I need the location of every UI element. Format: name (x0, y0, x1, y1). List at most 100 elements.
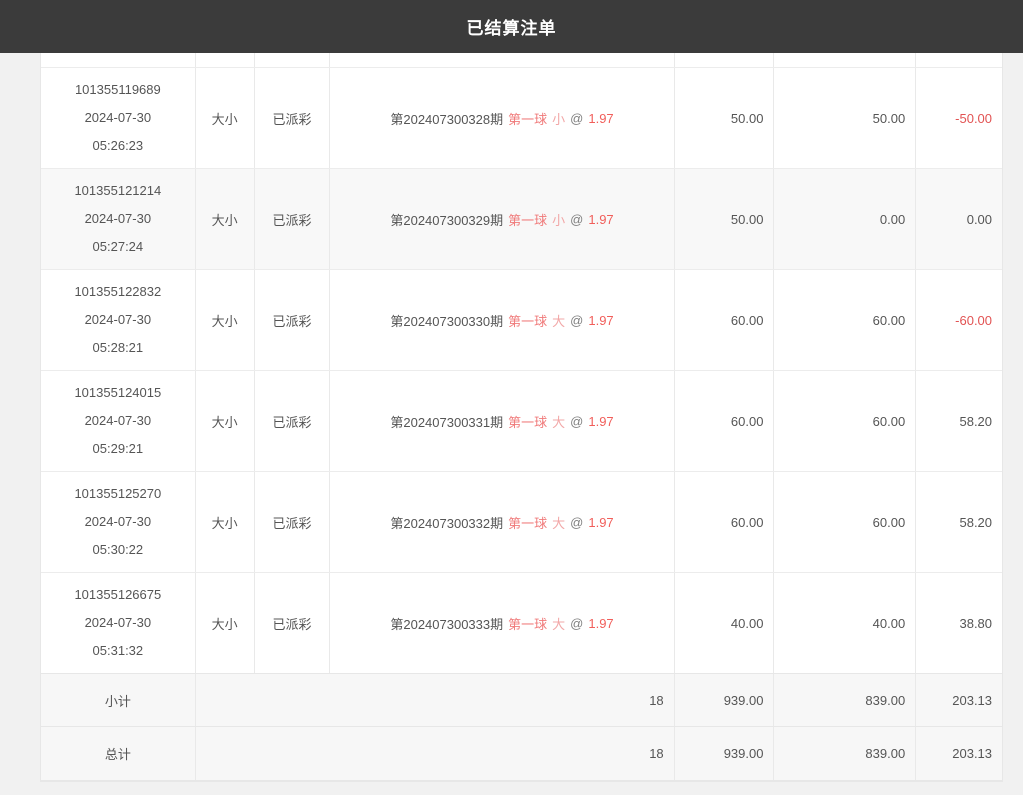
bet-option: 小 (552, 109, 565, 128)
status: 已派彩 (255, 169, 331, 269)
period: 第202407300331期 (390, 412, 503, 431)
win-loss: -50.00 (916, 68, 1002, 168)
status: 已派彩 (255, 573, 331, 673)
order-id-cell: 101355122832 2024-07-30 05:28:21 (41, 270, 196, 370)
bet-target: 第一球 (508, 109, 547, 128)
title-bar: 已结算注单 (0, 0, 1023, 53)
valid-amount: 60.00 (774, 371, 916, 471)
play-type: 大小 (196, 68, 255, 168)
win-loss: 0.00 (916, 169, 1002, 269)
settled-bets-table: 101355119689 2024-07-30 05:26:23 大小 已派彩 … (40, 53, 1003, 782)
subtotal-row: 小计 18 939.00 839.00 203.13 (41, 673, 1002, 727)
status: 已派彩 (255, 472, 331, 572)
order-id-cell: 101355121214 2024-07-30 05:27:24 (41, 169, 196, 269)
bet-amount: 60.00 (675, 472, 775, 572)
at-sign: @ (570, 111, 583, 126)
table-row: 101355122832 2024-07-30 05:28:21 大小 已派彩 … (41, 270, 1002, 371)
bet-option: 大 (552, 513, 565, 532)
play-type: 大小 (196, 270, 255, 370)
play-type: 大小 (196, 573, 255, 673)
bet-option: 大 (552, 614, 565, 633)
bet-target: 第一球 (508, 412, 547, 431)
period: 第202407300330期 (390, 311, 503, 330)
table-row: 101355121214 2024-07-30 05:27:24 大小 已派彩 … (41, 169, 1002, 270)
bet-target: 第一球 (508, 513, 547, 532)
odds: 1.97 (588, 212, 613, 227)
bet-detail: 第202407300328期 第一球 小 @ 1.97 (330, 68, 674, 168)
order-date: 2024-07-30 (85, 508, 152, 536)
subtotal-label: 小计 (41, 674, 196, 726)
odds: 1.97 (588, 313, 613, 328)
bet-target: 第一球 (508, 311, 547, 330)
valid-amount: 60.00 (774, 472, 916, 572)
win-loss: -60.00 (916, 270, 1002, 370)
at-sign: @ (570, 313, 583, 328)
period: 第202407300328期 (390, 109, 503, 128)
bet-detail: 第202407300330期 第一球 大 @ 1.97 (330, 270, 674, 370)
order-time: 05:26:23 (93, 132, 144, 160)
subtotal-count: 18 (196, 674, 675, 726)
odds: 1.97 (588, 414, 613, 429)
bet-option: 大 (552, 412, 565, 431)
win-loss: 58.20 (916, 371, 1002, 471)
bet-amount: 50.00 (675, 68, 775, 168)
table-row: 101355126675 2024-07-30 05:31:32 大小 已派彩 … (41, 573, 1002, 674)
odds: 1.97 (588, 616, 613, 631)
status: 已派彩 (255, 68, 331, 168)
period: 第202407300329期 (390, 210, 503, 229)
order-time: 05:29:21 (93, 435, 144, 463)
order-id: 101355122832 (74, 278, 161, 306)
partial-row (41, 53, 1002, 68)
order-time: 05:28:21 (93, 334, 144, 362)
at-sign: @ (570, 515, 583, 530)
order-id: 101355124015 (74, 379, 161, 407)
order-id-cell: 101355124015 2024-07-30 05:29:21 (41, 371, 196, 471)
bet-amount: 40.00 (675, 573, 775, 673)
valid-amount: 40.00 (774, 573, 916, 673)
order-id: 101355119689 (75, 76, 161, 104)
order-date: 2024-07-30 (85, 306, 152, 334)
valid-amount: 50.00 (774, 68, 916, 168)
order-id-cell: 101355125270 2024-07-30 05:30:22 (41, 472, 196, 572)
order-id: 101355125270 (74, 480, 161, 508)
status: 已派彩 (255, 371, 331, 471)
total-label: 总计 (41, 727, 196, 780)
order-id-cell: 101355126675 2024-07-30 05:31:32 (41, 573, 196, 673)
bet-amount: 60.00 (675, 270, 775, 370)
play-type: 大小 (196, 472, 255, 572)
bet-detail: 第202407300333期 第一球 大 @ 1.97 (330, 573, 674, 673)
play-type: 大小 (196, 169, 255, 269)
subtotal-win-loss: 203.13 (916, 674, 1002, 726)
odds: 1.97 (588, 111, 613, 126)
order-date: 2024-07-30 (85, 407, 152, 435)
table-row: 101355119689 2024-07-30 05:26:23 大小 已派彩 … (41, 68, 1002, 169)
at-sign: @ (570, 414, 583, 429)
order-date: 2024-07-30 (85, 104, 152, 132)
bet-target: 第一球 (508, 614, 547, 633)
total-win-loss: 203.13 (916, 727, 1002, 780)
total-amount: 939.00 (675, 727, 775, 780)
period: 第202407300333期 (390, 614, 503, 633)
order-date: 2024-07-30 (85, 205, 152, 233)
subtotal-valid-amount: 839.00 (774, 674, 916, 726)
order-time: 05:30:22 (93, 536, 144, 564)
table-row: 101355125270 2024-07-30 05:30:22 大小 已派彩 … (41, 472, 1002, 573)
at-sign: @ (570, 212, 583, 227)
bet-detail: 第202407300331期 第一球 大 @ 1.97 (330, 371, 674, 471)
order-id: 101355121214 (74, 177, 161, 205)
table-body: 101355119689 2024-07-30 05:26:23 大小 已派彩 … (41, 68, 1002, 674)
order-time: 05:27:24 (93, 233, 144, 261)
order-time: 05:31:32 (93, 637, 144, 665)
order-date: 2024-07-30 (85, 609, 152, 637)
odds: 1.97 (588, 515, 613, 530)
page-title: 已结算注单 (467, 14, 557, 39)
total-row: 总计 18 939.00 839.00 203.13 (41, 727, 1002, 781)
subtotal-amount: 939.00 (675, 674, 775, 726)
win-loss: 38.80 (916, 573, 1002, 673)
order-id: 101355126675 (74, 581, 161, 609)
at-sign: @ (570, 616, 583, 631)
bet-option: 大 (552, 311, 565, 330)
valid-amount: 60.00 (774, 270, 916, 370)
bet-target: 第一球 (508, 210, 547, 229)
status: 已派彩 (255, 270, 331, 370)
